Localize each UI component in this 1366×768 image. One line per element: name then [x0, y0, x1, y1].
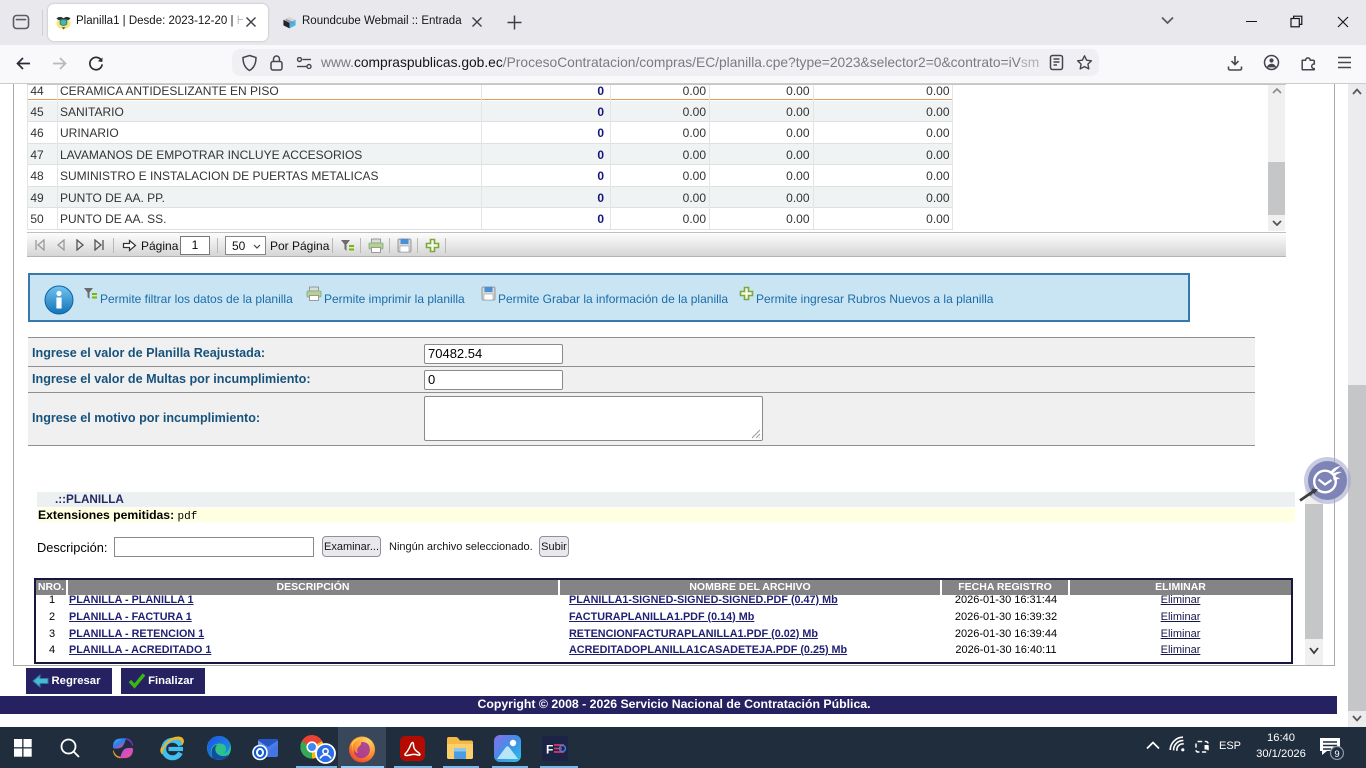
svg-text:F: F: [546, 743, 553, 757]
svg-text:9: 9: [1334, 749, 1339, 760]
